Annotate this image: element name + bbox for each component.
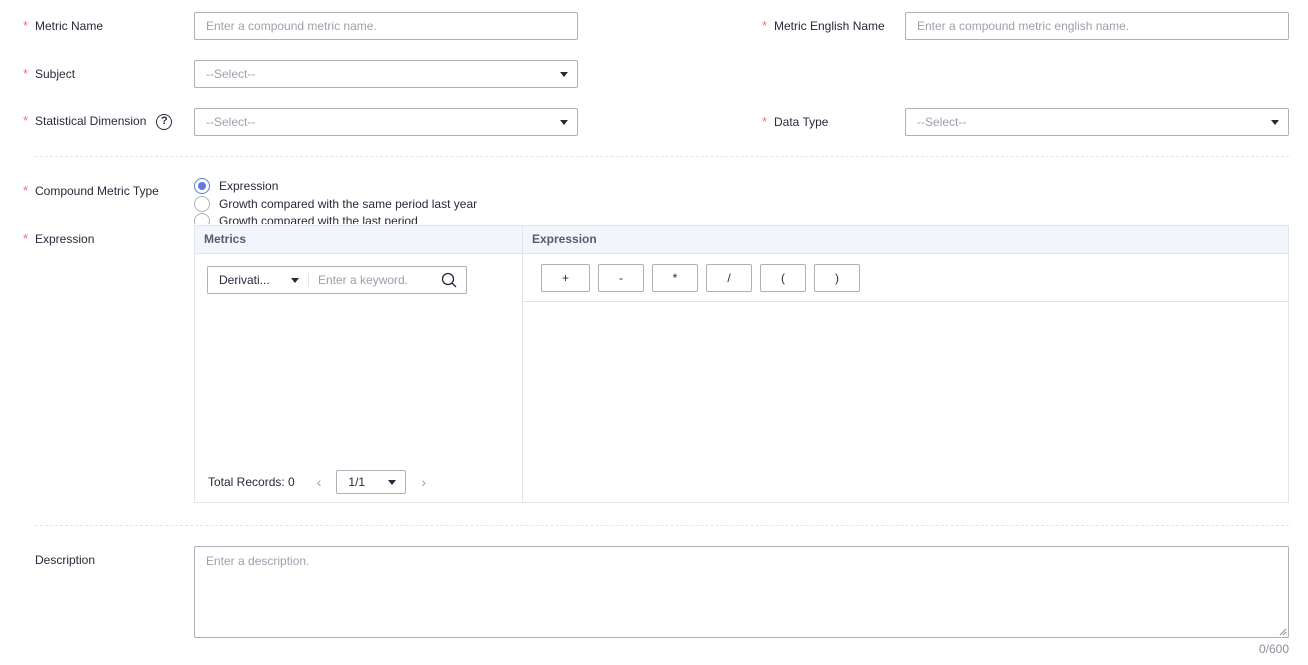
- radio-label: Growth compared with the last period: [219, 214, 418, 224]
- resize-handle-icon[interactable]: [1279, 628, 1287, 636]
- operator-divide-button[interactable]: /: [706, 264, 752, 292]
- radio-button-checked[interactable]: [194, 178, 210, 194]
- required-asterisk: *: [762, 18, 768, 33]
- required-asterisk: *: [23, 18, 29, 33]
- expression-label: * Expression: [23, 231, 95, 246]
- required-asterisk: *: [23, 66, 29, 81]
- total-records: Total Records: 0: [208, 475, 295, 489]
- required-asterisk: *: [762, 114, 768, 129]
- radio-growth-last-period[interactable]: Growth compared with the last period: [194, 213, 418, 224]
- operator-toolbar: + - * / ( ): [523, 254, 1289, 302]
- section-divider: [35, 156, 1289, 157]
- radio-expression[interactable]: Expression: [194, 177, 278, 195]
- description-textarea[interactable]: Enter a description.: [194, 546, 1289, 638]
- expression-editor: Metrics Expression Derivati... Enter a k…: [194, 225, 1289, 503]
- metric-type-select[interactable]: Derivati...: [219, 267, 270, 293]
- metric-english-name-label: * Metric English Name: [762, 18, 885, 33]
- pagination: Total Records: 0 ‹ 1/1 ›: [208, 470, 426, 494]
- radio-label: Growth compared with the same period las…: [219, 197, 478, 211]
- chevron-right-icon[interactable]: ›: [421, 474, 426, 490]
- metric-search-combo: Derivati... Enter a keyword.: [207, 266, 467, 294]
- subject-label: * Subject: [23, 66, 76, 81]
- chevron-down-icon[interactable]: [291, 278, 299, 283]
- operator-close-paren-button[interactable]: ): [814, 264, 860, 292]
- metrics-header: Metrics: [204, 232, 247, 246]
- radio-label: Expression: [219, 179, 279, 193]
- operator-open-paren-button[interactable]: (: [760, 264, 806, 292]
- keyword-input[interactable]: Enter a keyword.: [318, 267, 408, 293]
- chevron-down-icon: [1271, 120, 1279, 125]
- character-counter: 0/600: [1258, 642, 1289, 656]
- data-type-label: * Data Type: [762, 114, 829, 129]
- statistical-dimension-label: * Statistical Dimension?: [23, 113, 173, 130]
- description-label: Description: [35, 553, 96, 567]
- separator: [308, 273, 309, 287]
- operator-minus-button[interactable]: -: [598, 264, 644, 292]
- chevron-down-icon: [388, 480, 397, 485]
- required-asterisk: *: [23, 113, 29, 128]
- expression-editor-header: Metrics Expression: [195, 226, 1288, 254]
- search-icon[interactable]: [441, 272, 457, 288]
- expression-header: Expression: [532, 232, 597, 246]
- chevron-down-icon: [560, 72, 568, 77]
- chevron-down-icon: [560, 120, 568, 125]
- page-select[interactable]: 1/1: [336, 470, 407, 494]
- radio-button[interactable]: [194, 196, 210, 212]
- data-type-select[interactable]: --Select--: [905, 108, 1289, 136]
- help-icon[interactable]: ?: [156, 113, 173, 130]
- metric-english-name-input[interactable]: Enter a compound metric english name.: [905, 12, 1289, 40]
- radio-button[interactable]: [194, 213, 210, 224]
- section-divider: [35, 525, 1289, 526]
- required-asterisk: *: [23, 231, 29, 246]
- statistical-dimension-select[interactable]: --Select--: [194, 108, 578, 136]
- compound-metric-type-label: * Compound Metric Type: [23, 183, 159, 198]
- metric-name-input[interactable]: Enter a compound metric name.: [194, 12, 578, 40]
- required-asterisk: *: [23, 183, 29, 198]
- operator-plus-button[interactable]: +: [541, 264, 590, 292]
- radio-growth-same-period[interactable]: Growth compared with the same period las…: [194, 195, 477, 213]
- expression-input-area[interactable]: [523, 303, 1289, 502]
- metric-name-label: * Metric Name: [23, 18, 104, 33]
- subject-select[interactable]: --Select--: [194, 60, 578, 88]
- operator-multiply-button[interactable]: *: [652, 264, 698, 292]
- chevron-left-icon[interactable]: ‹: [317, 474, 322, 490]
